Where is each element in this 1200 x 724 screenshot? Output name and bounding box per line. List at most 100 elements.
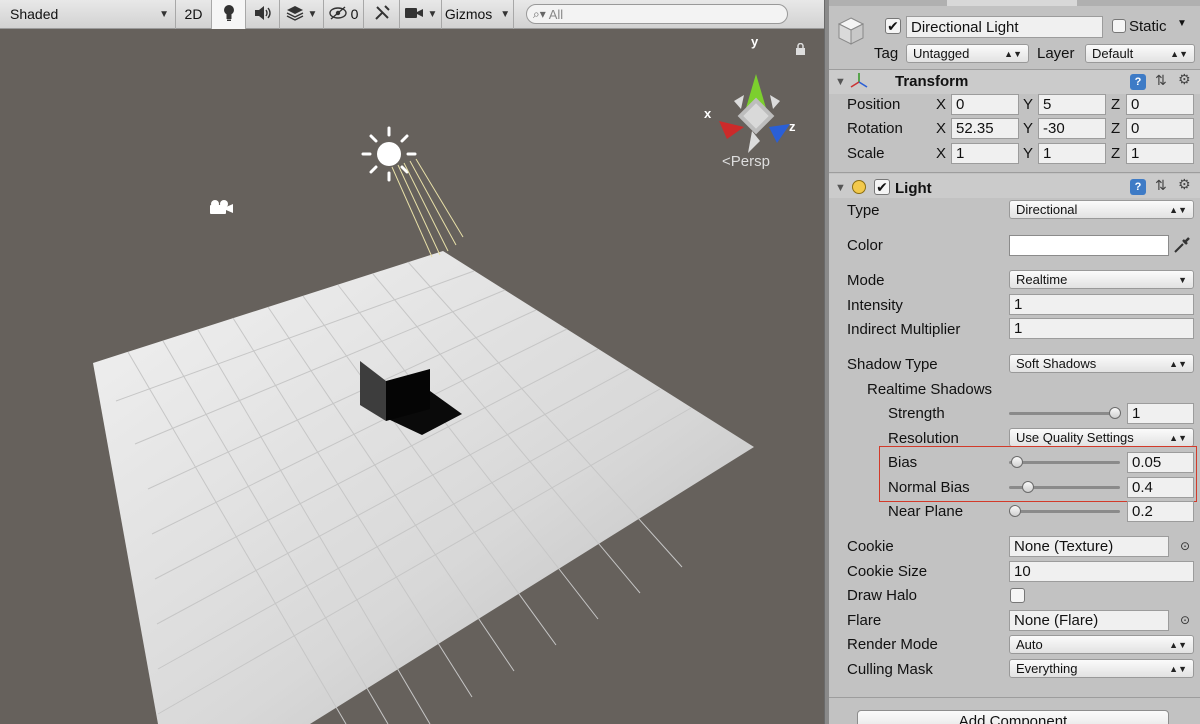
lock-icon[interactable] <box>795 42 806 58</box>
static-dropdown[interactable]: ▼ <box>1177 18 1187 29</box>
position-y-label: Y <box>1023 96 1034 113</box>
culling-mask-label: Culling Mask <box>847 661 933 678</box>
culling-mask-dropdown[interactable]: Everything ▲▼ <box>1009 659 1194 678</box>
position-x-field[interactable]: 0 <box>951 94 1019 115</box>
shading-mode-dropdown[interactable]: Shaded ▼ <box>0 0 176 29</box>
scale-z-field[interactable]: 1 <box>1126 143 1194 164</box>
render-mode-value: Auto <box>1016 637 1043 652</box>
effects-dropdown-button[interactable]: ▼ <box>280 0 324 29</box>
updown-icon: ▲▼ <box>1169 204 1187 215</box>
strength-slider-thumb[interactable] <box>1109 407 1121 419</box>
scene-view[interactable]: Shaded ▼ 2D ▼ 0 ▼ Gizmos ▼ ⌕▾ All y x z … <box>0 0 824 724</box>
chevron-down-icon: ▼ <box>307 8 318 20</box>
tools-button[interactable] <box>364 0 400 29</box>
scale-y-field[interactable]: 1 <box>1038 143 1106 164</box>
light-title: Light <box>895 180 932 197</box>
scene-toolbar: Shaded ▼ 2D ▼ 0 ▼ Gizmos ▼ ⌕▾ All <box>0 0 824 29</box>
rotation-y-label: Y <box>1023 120 1034 137</box>
intensity-field[interactable]: 1 <box>1009 294 1194 315</box>
object-name-field[interactable]: Directional Light <box>906 16 1103 38</box>
tab-inspector[interactable] <box>947 0 1077 6</box>
object-picker-icon[interactable]: ⊙ <box>1180 613 1190 627</box>
orientation-gizmo[interactable] <box>719 74 790 153</box>
bias-highlight-box <box>879 446 1197 502</box>
lighting-toggle-button[interactable] <box>212 0 246 29</box>
type-label: Type <box>847 202 880 219</box>
position-z-field[interactable]: 0 <box>1126 94 1194 115</box>
scale-y-value: 1 <box>1043 145 1052 162</box>
shadow-type-dropdown[interactable]: Soft Shadows ▲▼ <box>1009 354 1194 373</box>
audio-toggle-button[interactable] <box>246 0 280 29</box>
static-checkbox[interactable] <box>1112 19 1126 33</box>
ground-plane[interactable] <box>93 251 754 724</box>
draw-halo-checkbox[interactable] <box>1010 588 1025 603</box>
add-component-button[interactable]: Add Component <box>857 710 1169 724</box>
eyedropper-icon[interactable] <box>1173 236 1191 258</box>
foldout-arrow-icon[interactable]: ▼ <box>835 76 846 88</box>
color-swatch[interactable] <box>1009 235 1169 256</box>
render-mode-dropdown[interactable]: Auto ▲▼ <box>1009 635 1194 654</box>
position-x-label: X <box>936 96 947 113</box>
flare-value: None (Flare) <box>1014 612 1099 629</box>
projection-toggle[interactable]: <Persp <box>722 153 770 170</box>
camera-settings-button[interactable]: ▼ <box>400 0 442 29</box>
hidden-objects-toggle[interactable]: 0 <box>324 0 364 29</box>
object-picker-icon[interactable]: ⊙ <box>1180 539 1190 553</box>
near-plane-slider[interactable] <box>1009 510 1120 513</box>
sun-icon[interactable] <box>361 126 464 258</box>
strength-slider[interactable] <box>1009 412 1120 415</box>
2d-toggle-button[interactable]: 2D <box>176 0 212 29</box>
active-checkbox[interactable]: ✔ <box>885 18 901 34</box>
gear-icon[interactable]: ⚙ <box>1178 176 1191 193</box>
indirect-multiplier-field[interactable]: 1 <box>1009 318 1194 339</box>
persp-label: Persp <box>730 153 770 170</box>
rotation-z-field[interactable]: 0 <box>1126 118 1194 139</box>
foldout-arrow-icon[interactable]: ▼ <box>835 182 846 194</box>
near-plane-field[interactable]: 0.2 <box>1127 501 1194 522</box>
scale-label: Scale <box>847 145 885 162</box>
help-icon[interactable]: ? <box>1130 179 1146 195</box>
mode-value: Realtime <box>1016 272 1068 287</box>
rotation-y-field[interactable]: -30 <box>1038 118 1106 139</box>
cookie-size-label: Cookie Size <box>847 563 928 580</box>
axis-x-label: x <box>704 106 712 121</box>
preset-icon[interactable]: ⇅ <box>1155 177 1167 194</box>
preset-icon[interactable]: ⇅ <box>1155 72 1167 89</box>
cookie-field[interactable]: None (Texture) <box>1009 536 1169 557</box>
position-label: Position <box>847 96 901 113</box>
light-enabled-checkbox[interactable]: ✔ <box>874 179 890 195</box>
position-y-field[interactable]: 5 <box>1038 94 1106 115</box>
shadow-type-label: Shadow Type <box>847 356 938 373</box>
updown-icon: ▲▼ <box>1169 432 1187 443</box>
scene-camera-icon[interactable] <box>210 200 233 214</box>
near-plane-value: 0.2 <box>1132 503 1153 520</box>
rotation-x-field[interactable]: 52.35 <box>951 118 1019 139</box>
rotation-x-label: X <box>936 120 947 137</box>
gizmos-dropdown[interactable]: Gizmos ▼ <box>442 0 514 29</box>
rotation-z-value: 0 <box>1131 120 1140 137</box>
eye-slash-icon <box>328 5 347 23</box>
cookie-label: Cookie <box>847 538 894 555</box>
tag-dropdown[interactable]: Untagged ▲▼ <box>906 44 1029 63</box>
flare-field[interactable]: None (Flare) <box>1009 610 1169 631</box>
resolution-dropdown[interactable]: Use Quality Settings ▲▼ <box>1009 428 1194 447</box>
scene-search-input[interactable]: ⌕▾ All <box>526 4 788 24</box>
position-z-value: 0 <box>1131 96 1140 113</box>
layers-icon <box>286 5 304 24</box>
gear-icon[interactable]: ⚙ <box>1178 71 1191 88</box>
strength-field[interactable]: 1 <box>1127 403 1194 424</box>
camera-icon <box>404 6 424 23</box>
hidden-count: 0 <box>350 6 359 22</box>
near-plane-slider-thumb[interactable] <box>1009 505 1021 517</box>
scale-x-field[interactable]: 1 <box>951 143 1019 164</box>
type-dropdown[interactable]: Directional ▲▼ <box>1009 200 1194 219</box>
cookie-size-field[interactable]: 10 <box>1009 561 1194 582</box>
layer-value: Default <box>1092 46 1134 61</box>
realtime-shadows-label: Realtime Shadows <box>867 381 993 398</box>
scene-canvas[interactable] <box>0 29 824 724</box>
help-icon[interactable]: ? <box>1130 74 1146 90</box>
mode-dropdown[interactable]: Realtime ▼ <box>1009 270 1194 289</box>
position-y-value: 5 <box>1043 96 1052 113</box>
layer-dropdown[interactable]: Default ▲▼ <box>1085 44 1195 63</box>
lightbulb-icon <box>222 4 236 25</box>
